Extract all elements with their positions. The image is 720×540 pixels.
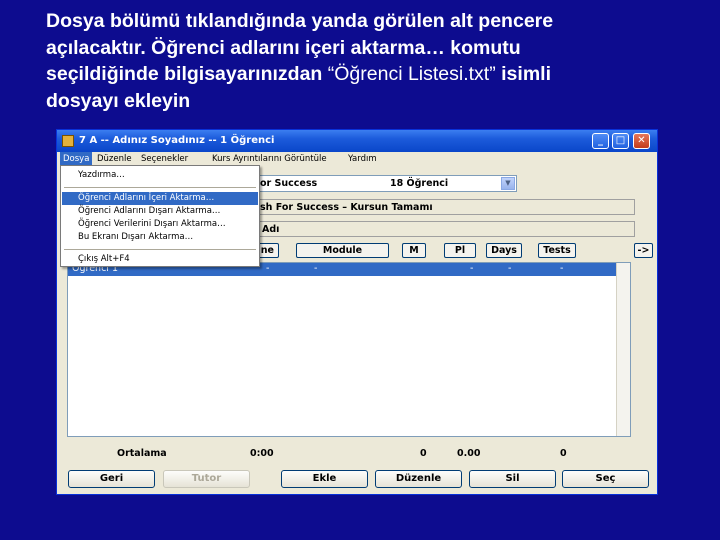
student-name-field[interactable]: Adı bbox=[257, 221, 635, 237]
menu-separator bbox=[64, 249, 256, 250]
cell: - bbox=[560, 263, 564, 274]
menu-separator bbox=[64, 187, 256, 188]
caption-line-2: açılacaktır. Öğrenci adlarını içeri akta… bbox=[46, 36, 521, 59]
course-select-value: or Success bbox=[260, 178, 318, 189]
course-status-field: sh For Success – Kursun Tamamı bbox=[257, 199, 635, 215]
minimize-button[interactable]: _ bbox=[592, 133, 609, 149]
slide-caption: Dosya bölümü tıklandığında yanda görülen… bbox=[46, 8, 706, 114]
menu-item-export-data[interactable]: Öğrenci Verilerini Dışarı Aktarma… bbox=[62, 218, 258, 231]
app-icon bbox=[62, 135, 74, 147]
vertical-scrollbar[interactable] bbox=[616, 263, 630, 436]
close-button[interactable]: ✕ bbox=[633, 133, 650, 149]
menu-item-import-names[interactable]: Öğrenci Adlarını İçeri Aktarma… bbox=[62, 192, 258, 205]
course-select[interactable]: or Success 18 Öğrenci ▼ bbox=[257, 175, 517, 192]
caption-line-3-a: seçildiğinde bilgisayarınızdan bbox=[46, 63, 328, 85]
student-name-label: Adı bbox=[262, 224, 280, 235]
header-name-label: ne bbox=[260, 245, 274, 256]
caption-line-3-c: isimli bbox=[495, 63, 551, 85]
sec-button[interactable]: Seç bbox=[562, 470, 649, 488]
menu-bar: Dosya Düzenle Seçenekler Kurs Ayrıntılar… bbox=[57, 152, 657, 166]
average-time: 0:00 bbox=[250, 448, 274, 459]
maximize-button[interactable]: □ bbox=[612, 133, 629, 149]
window-title: 7 A -- Adınız Soyadınız -- 1 Öğrenci bbox=[79, 135, 275, 146]
window-titlebar[interactable]: 7 A -- Adınız Soyadınız -- 1 Öğrenci _ □… bbox=[57, 130, 657, 152]
ekle-button[interactable]: Ekle bbox=[281, 470, 368, 488]
menu-duzenle[interactable]: Düzenle bbox=[97, 154, 132, 164]
header-days-button[interactable]: Days bbox=[486, 243, 522, 258]
dosya-menu: Yazdırma… Öğrenci Adlarını İçeri Aktarma… bbox=[60, 165, 260, 267]
student-list[interactable]: Öğrenci 1 - - - - - bbox=[67, 262, 631, 437]
averages-row: Ortalama 0:00 0 0.00 0 bbox=[57, 448, 657, 462]
chevron-down-icon[interactable]: ▼ bbox=[501, 177, 515, 190]
header-tests-button[interactable]: Tests bbox=[538, 243, 576, 258]
menu-kurs-ayrintilari[interactable]: Kurs Ayrıntılarını Görüntüle bbox=[212, 154, 327, 164]
caption-line-1: Dosya bölümü tıklandığında yanda görülen… bbox=[46, 10, 554, 32]
menu-item-print[interactable]: Yazdırma… bbox=[62, 169, 258, 182]
menu-item-exit[interactable]: Çıkış Alt+F4 bbox=[62, 253, 258, 266]
header-pl-button[interactable]: Pl bbox=[444, 243, 476, 258]
averages-label: Ortalama bbox=[117, 448, 167, 459]
menu-yardim[interactable]: Yardım bbox=[348, 154, 377, 164]
caption-line-4: dosyayı ekleyin bbox=[46, 89, 191, 112]
tutor-button[interactable]: Tutor bbox=[163, 470, 250, 488]
cell: - bbox=[508, 263, 512, 274]
menu-item-export-names[interactable]: Öğrenci Adlarını Dışarı Aktarma… bbox=[62, 205, 258, 218]
sil-button[interactable]: Sil bbox=[469, 470, 556, 488]
average-value: 0.00 bbox=[457, 448, 481, 459]
cell: - bbox=[470, 263, 474, 274]
header-module-button[interactable]: Module bbox=[296, 243, 389, 258]
cell: - bbox=[266, 263, 270, 274]
average-value: 0 bbox=[420, 448, 427, 459]
caption-filename: “Öğrenci Listesi.txt” bbox=[327, 63, 496, 85]
average-value: 0 bbox=[560, 448, 567, 459]
geri-button[interactable]: Geri bbox=[68, 470, 155, 488]
scroll-right-button[interactable]: -> bbox=[634, 243, 653, 258]
cell: - bbox=[314, 263, 318, 274]
menu-secenekler[interactable]: Seçenekler bbox=[141, 154, 188, 164]
course-status-text: sh For Success – Kursun Tamamı bbox=[260, 202, 433, 213]
header-m-button[interactable]: M bbox=[402, 243, 426, 258]
student-count: 18 Öğrenci bbox=[390, 178, 449, 189]
duzenle-button[interactable]: Düzenle bbox=[375, 470, 462, 488]
menu-item-export-screen[interactable]: Bu Ekranı Dışarı Aktarma… bbox=[62, 231, 258, 244]
menu-dosya[interactable]: Dosya bbox=[60, 152, 93, 166]
caption-line-3: seçildiğinde bilgisayarınızdan “Öğrenci … bbox=[46, 61, 706, 88]
